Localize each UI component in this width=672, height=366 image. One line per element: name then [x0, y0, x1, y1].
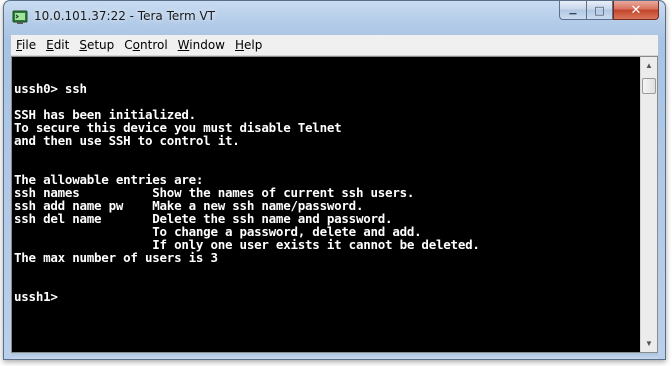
close-button[interactable]: ✕ [613, 1, 659, 20]
terminal-output[interactable]: ussh0> ssh SSH has been initialized. To se… [14, 57, 639, 352]
scroll-thumb[interactable] [642, 78, 656, 94]
minimize-button[interactable]: ▁ [559, 1, 586, 20]
menu-label-mnemonic: o [132, 38, 141, 52]
menu-label-mnemonic: H [235, 38, 245, 52]
scroll-down-icon[interactable]: ▼ [641, 335, 657, 352]
menu-label-suffix: ile [22, 38, 37, 52]
menu-label-suffix: dit [53, 38, 70, 52]
menu-item-file[interactable]: File [11, 35, 41, 55]
menu-item-help[interactable]: Help [230, 35, 267, 55]
menu-item-edit[interactable]: Edit [41, 35, 74, 55]
window-bottom-border [11, 353, 658, 359]
maximize-icon: □ [594, 3, 605, 17]
terminal-line: The max number of users is 3 [14, 250, 218, 265]
menu-item-setup[interactable]: Setup [74, 35, 119, 55]
menu-item-control[interactable]: Control [119, 35, 172, 55]
tera-term-icon[interactable] [12, 9, 28, 25]
menu-label-suffix: etup [86, 38, 115, 52]
maximize-button[interactable]: □ [586, 1, 613, 20]
terminal-frame: ussh0> ssh SSH has been initialized. To se… [11, 56, 658, 353]
menu-label-mnemonic: W [177, 38, 190, 52]
menu-label-prefix: C [124, 38, 133, 52]
menu-bar: File Edit Setup Control Window Help [11, 35, 658, 56]
window-title: 10.0.101.37:22 - Tera Term VT [34, 9, 216, 23]
caption-buttons: ▁ □ ✕ [559, 1, 659, 21]
close-icon: ✕ [630, 2, 642, 18]
terminal-line: ussh0> ssh [14, 81, 87, 96]
terminal-line: ussh1> [14, 289, 58, 304]
terminal-window: 10.0.101.37:22 - Tera Term VT ▁ □ ✕ File… [3, 0, 666, 360]
terminal-line: and then use SSH to control it. [14, 133, 240, 148]
menu-label-suffix: indow [189, 38, 225, 52]
vertical-scrollbar[interactable]: ▲ ▼ [640, 57, 657, 352]
menu-label-mnemonic: S [79, 38, 87, 52]
menu-label-mnemonic: E [46, 38, 54, 52]
minimize-icon: ▁ [569, 4, 577, 15]
menu-label-suffix: elp [244, 38, 263, 52]
menu-item-window[interactable]: Window [173, 35, 230, 55]
title-bar[interactable]: 10.0.101.37:22 - Tera Term VT ▁ □ ✕ [4, 1, 665, 35]
menu-label-suffix: ntrol [140, 38, 168, 52]
scroll-up-icon[interactable]: ▲ [641, 57, 657, 74]
